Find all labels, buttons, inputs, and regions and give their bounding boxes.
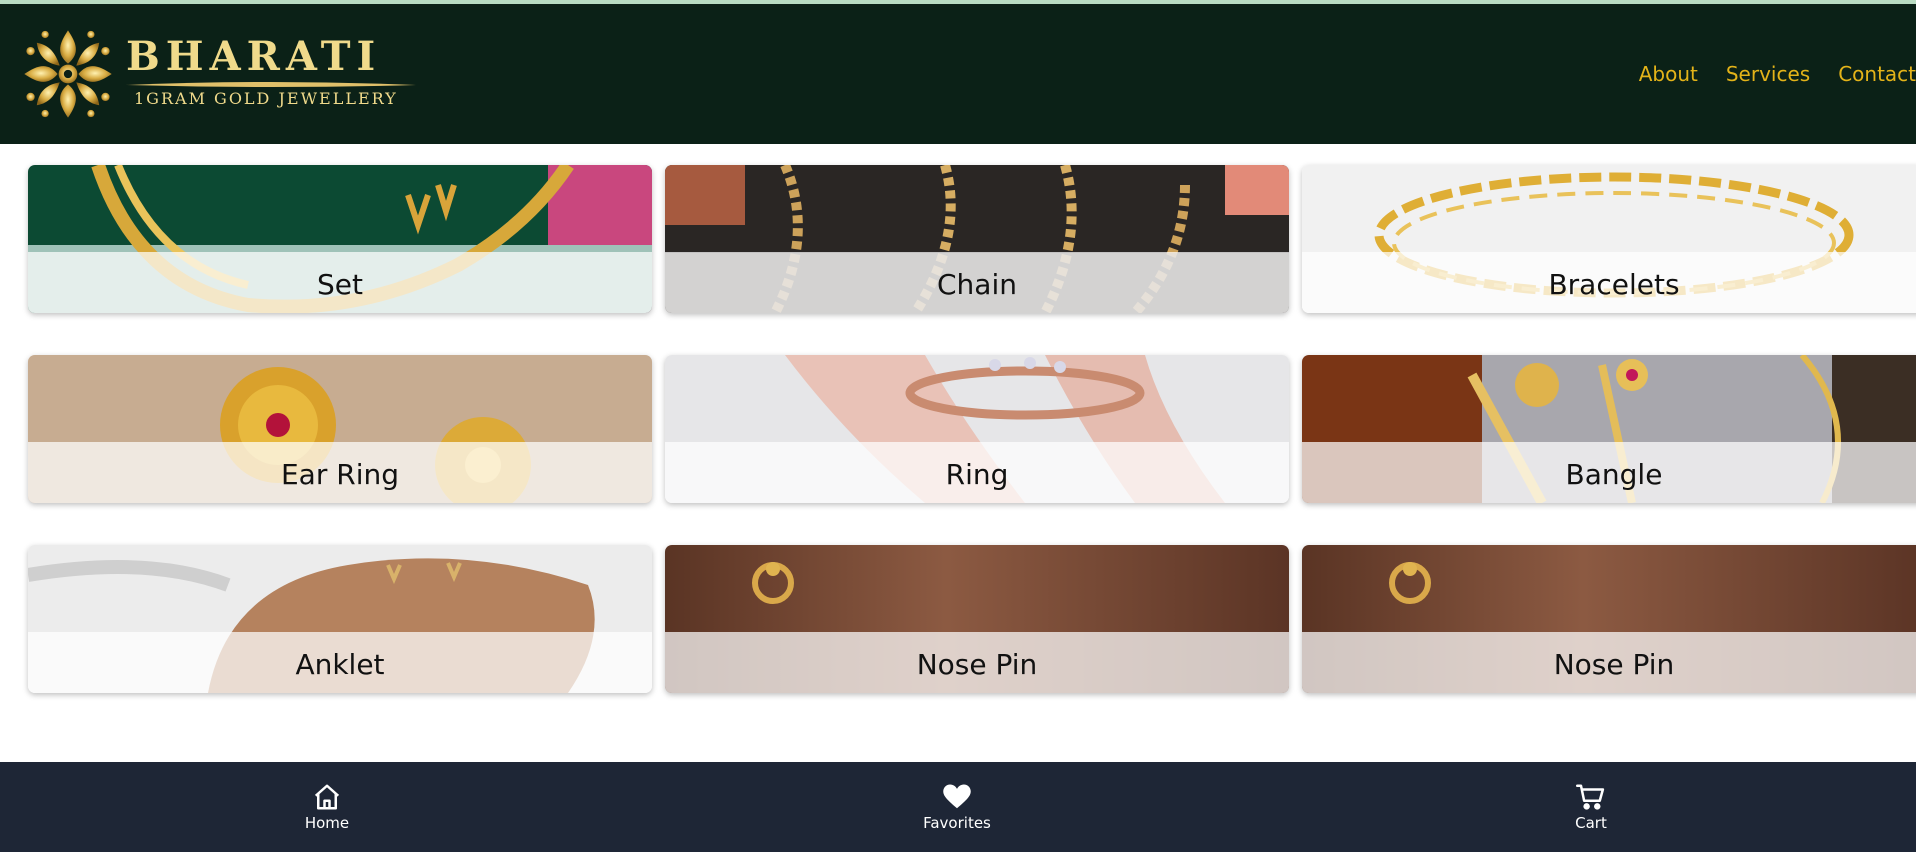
bottom-nav-favorites[interactable]: Favorites bbox=[897, 782, 1017, 832]
cart-icon bbox=[1576, 784, 1605, 810]
card-label-band: Bracelets bbox=[1302, 252, 1916, 313]
bottom-nav-favorites-label: Favorites bbox=[923, 814, 991, 832]
main-nav: About Services Contact bbox=[1639, 62, 1916, 86]
nav-services-link[interactable]: Services bbox=[1726, 62, 1810, 86]
category-card-bangle[interactable]: Bangle bbox=[1302, 355, 1916, 503]
card-label: Set bbox=[317, 268, 363, 301]
ornament-emblem-icon bbox=[24, 30, 112, 118]
bottom-nav-cart-label: Cart bbox=[1575, 814, 1607, 832]
card-label-band: Anklet bbox=[28, 632, 652, 693]
brand-tagline: 1GRAM GOLD JEWELLERY bbox=[134, 88, 398, 108]
category-card-nose-pin[interactable]: Nose Pin bbox=[665, 545, 1289, 693]
category-card-nose-pin-2[interactable]: Nose Pin bbox=[1302, 545, 1916, 693]
card-label: Ear Ring bbox=[280, 458, 399, 491]
bottom-nav-cart[interactable]: Cart bbox=[1531, 782, 1651, 832]
category-card-set[interactable]: Set bbox=[28, 165, 652, 313]
card-label: Nose Pin bbox=[916, 648, 1038, 681]
brand-name: BHARATI bbox=[126, 32, 382, 80]
category-card-ear-ring[interactable]: Ear Ring bbox=[28, 355, 652, 503]
brand-logo[interactable]: BHARATI 1GRAM GOLD JEWELLERY bbox=[16, 22, 416, 126]
card-label-band: Chain bbox=[665, 252, 1289, 313]
category-card-bracelets[interactable]: Bracelets bbox=[1302, 165, 1916, 313]
card-label: Ring bbox=[945, 458, 1009, 491]
bottom-nav-home[interactable]: Home bbox=[267, 782, 387, 832]
card-label-band: Nose Pin bbox=[1302, 632, 1916, 693]
card-label: Bracelets bbox=[1548, 268, 1680, 301]
card-label: Chain bbox=[937, 268, 1017, 301]
brand-underline-swoosh bbox=[126, 81, 416, 87]
site-header: BHARATI 1GRAM GOLD JEWELLERY About Servi… bbox=[0, 4, 1916, 144]
card-label-band: Bangle bbox=[1302, 442, 1916, 503]
category-card-anklet[interactable]: Anklet bbox=[28, 545, 652, 693]
nav-about-link[interactable]: About bbox=[1639, 62, 1698, 86]
category-card-ring[interactable]: Ring bbox=[665, 355, 1289, 503]
nav-contact-link[interactable]: Contact bbox=[1838, 62, 1916, 86]
card-label-band: Ring bbox=[665, 442, 1289, 503]
heart-icon bbox=[943, 784, 971, 809]
bottom-nav-home-label: Home bbox=[304, 814, 350, 832]
category-card-chain[interactable]: Chain bbox=[665, 165, 1289, 313]
card-label-band: Ear Ring bbox=[28, 442, 652, 503]
home-icon bbox=[314, 784, 340, 810]
bottom-nav: Home Favorites Cart bbox=[0, 762, 1916, 852]
card-label-band: Nose Pin bbox=[665, 632, 1289, 693]
card-label: Anklet bbox=[295, 648, 385, 681]
card-label: Bangle bbox=[1565, 458, 1663, 491]
card-label: Nose Pin bbox=[1553, 648, 1675, 681]
category-grid: Set Chain Bracelets Ear Ring Ring Bangle… bbox=[28, 165, 1916, 693]
card-label-band: Set bbox=[28, 252, 652, 313]
